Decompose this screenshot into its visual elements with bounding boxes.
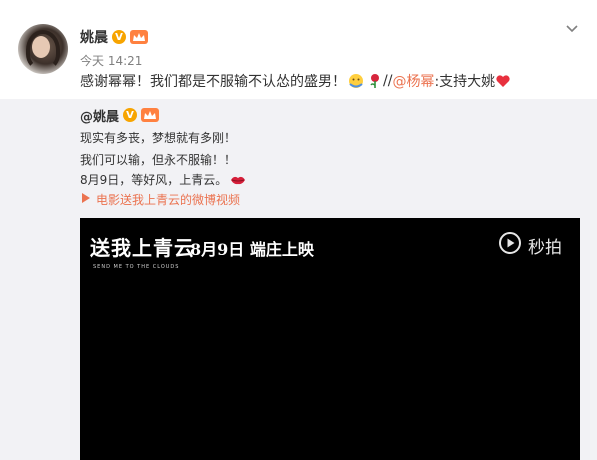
video-title-block: 送我上青云 SEND ME TO THE CLOUDS: [90, 232, 195, 270]
verified-badge-icon[interactable]: V: [123, 108, 138, 122]
repost-text: 我们可以输，但永不服输！！: [80, 153, 237, 167]
post-text: 感谢幂幂！我们都是不服输不认怂的盛男！ // @杨幂 :支持大姚: [80, 70, 511, 92]
rose-emoji-icon: [367, 73, 383, 89]
miaopai-logo-icon: [498, 231, 522, 260]
miaopai-brand: 秒拍: [498, 231, 562, 260]
repost-line-2: 我们可以输，但永不服输！！: [80, 151, 236, 168]
repost-author[interactable]: @姚晨: [80, 106, 119, 125]
author-name[interactable]: 姚晨: [80, 27, 108, 47]
repost-line-1: 现实有多丧，梦想就有多刚！: [80, 129, 236, 146]
post-text-main: 感谢幂幂！我们都是不服输不认怂的盛男！: [80, 74, 346, 90]
post-time[interactable]: 今天 14:21: [80, 52, 142, 69]
repost-card: @姚晨 V 现实有多丧，梦想就有多刚！ 我们可以输，但永不服输！！ 8月9日，等…: [0, 99, 597, 460]
weibo-post: 姚晨 V 今天 14:21 感谢幂幂！我们都是不服输不认怂的盛男！ // @杨幂…: [0, 0, 597, 460]
miaopai-brand-text: 秒拍: [528, 237, 562, 258]
repost-text: 现实有多丧，梦想就有多刚！: [80, 131, 237, 145]
video-player[interactable]: 送我上青云 SEND ME TO THE CLOUDS 8月9日 端庄上映 秒拍: [80, 218, 580, 460]
repost-text: 8月9日，等好风，上青云。: [80, 173, 228, 187]
author-row: 姚晨 V: [80, 26, 148, 48]
verified-badge-icon[interactable]: V: [112, 30, 126, 44]
video-link-text[interactable]: 电影送我上青云的微博视频: [96, 191, 240, 208]
video-release: 8月9日 端庄上映: [190, 240, 314, 259]
chevron-down-icon[interactable]: [564, 20, 580, 36]
video-link-icon: [80, 192, 92, 207]
vip-crown-icon[interactable]: [141, 108, 160, 122]
avatar-face: [32, 36, 50, 58]
mention-link[interactable]: @杨幂: [392, 71, 434, 91]
vip-crown-icon[interactable]: [130, 30, 148, 44]
video-link[interactable]: 电影送我上青云的微博视频: [80, 191, 240, 208]
repost-author-row: @姚晨 V: [80, 105, 160, 125]
video-title: 送我上青云: [90, 236, 195, 260]
post-text-sep: //: [383, 73, 393, 89]
hug-emoji-icon: [348, 73, 364, 89]
repost-line-3: 8月9日，等好风，上青云。: [80, 171, 246, 188]
heart-emoji-icon: [495, 73, 511, 89]
avatar[interactable]: [18, 24, 68, 74]
video-subtitle: SEND ME TO THE CLOUDS: [93, 264, 180, 270]
post-text-tail: :支持大姚: [434, 74, 496, 90]
lips-emoji-icon: [230, 172, 246, 188]
